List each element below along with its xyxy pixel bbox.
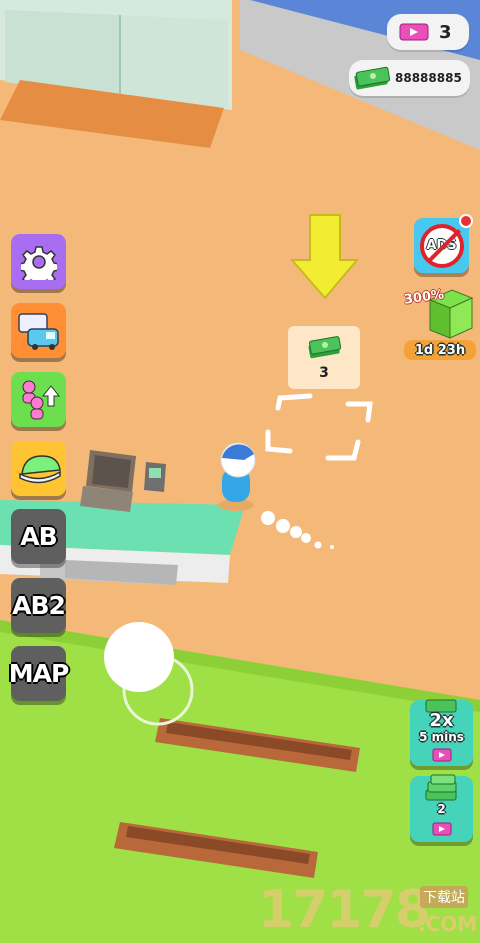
cash-stack-icon — [308, 335, 341, 358]
cap-shop-button[interactable] — [11, 441, 66, 496]
ab-test-button[interactable]: AB — [11, 509, 66, 564]
watermark-domain: .COM — [418, 912, 478, 936]
hire-staff-button[interactable] — [11, 372, 66, 427]
down-arrow-indicator — [289, 214, 360, 300]
ticket-icon — [432, 822, 452, 836]
cash-offer-button[interactable]: 300% 1d 23h — [403, 286, 476, 360]
cash-stack-icon — [354, 66, 391, 90]
unlock-cost-amount: 3 — [319, 364, 329, 381]
dust-trail — [261, 511, 334, 549]
watermark-small: 下载站 — [420, 886, 468, 908]
cash-pack-button[interactable]: 2 — [410, 774, 473, 842]
vehicles-button[interactable] — [11, 303, 66, 358]
van-icon — [17, 312, 59, 350]
gear-icon — [20, 245, 57, 280]
cap-icon — [18, 454, 61, 483]
watermark-digits: 17178 — [258, 880, 431, 940]
ticket-icon — [432, 748, 452, 762]
cash-pack-count: 2 — [437, 802, 446, 816]
site-watermark: 17178 下载站 .COM — [258, 880, 480, 943]
game-scene — [0, 0, 480, 943]
ticket-icon — [399, 23, 429, 41]
cash-pile-icon — [425, 774, 457, 801]
settings-button[interactable] — [11, 234, 66, 289]
cash-amount: 88888885 — [395, 71, 462, 85]
player-character — [218, 442, 256, 511]
cash-counter: 88888885 — [349, 60, 470, 96]
map-button[interactable]: MAP — [9, 646, 69, 701]
boost-multiplier: 2x — [429, 710, 454, 731]
offer-timer: 1d 23h — [414, 342, 466, 358]
double-income-boost-button[interactable]: 2x 5 mins — [410, 699, 473, 766]
ab2-test-button[interactable]: AB2 — [11, 578, 66, 633]
ticket-count: 3 — [439, 21, 452, 43]
notification-dot — [459, 214, 473, 228]
staff-upgrade-icon — [22, 380, 60, 419]
no-ads-button[interactable]: ADS — [414, 214, 473, 273]
ticket-counter: 3 — [387, 14, 469, 50]
drop-zone-marker — [265, 393, 373, 461]
no-ads-icon: ADS — [419, 223, 464, 268]
cash-register — [80, 450, 166, 512]
boost-duration: 5 mins — [419, 730, 464, 744]
unlock-cost-bubble: 3 — [288, 326, 360, 389]
